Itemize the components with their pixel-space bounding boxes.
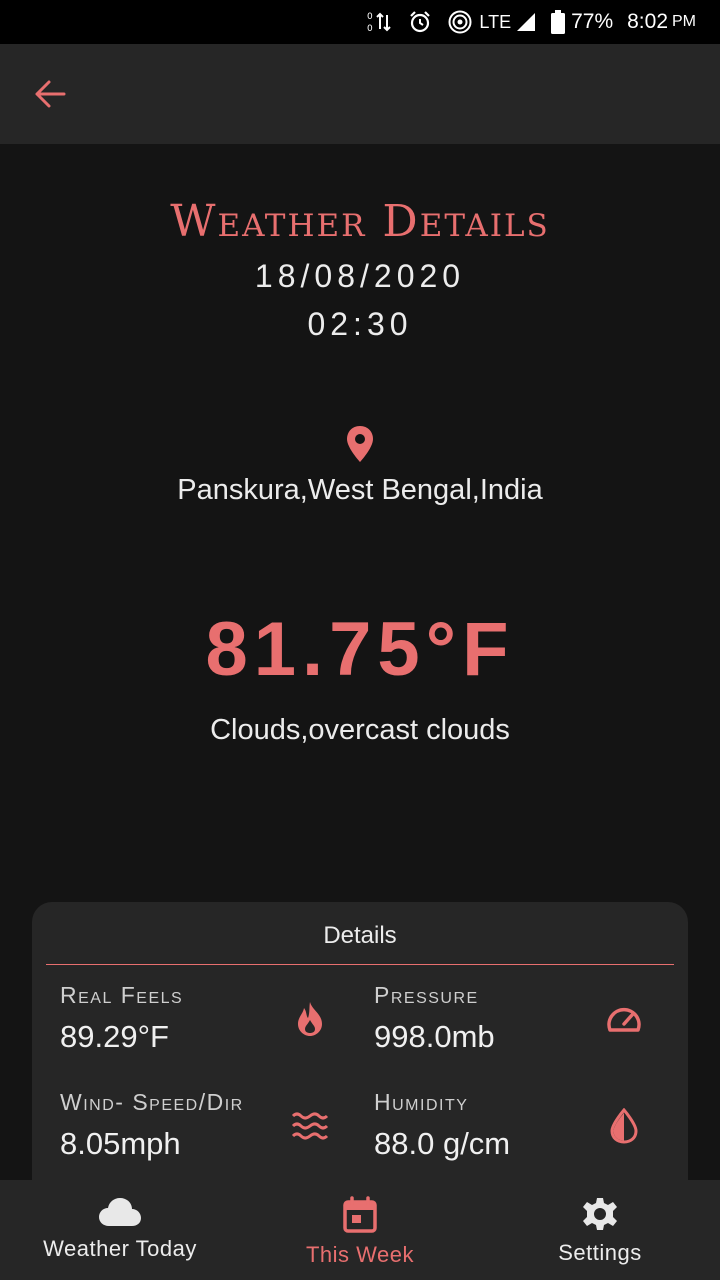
humidity-value: 88.0 g/cm [374,1126,511,1161]
page-title: Weather Details [170,196,550,247]
nav-this-week-label: This Week [305,1242,414,1267]
battery-icon [551,10,566,34]
status-bar: 00 LTE 77% 8:02 PM [0,0,720,44]
wind-waves-icon [290,1106,330,1146]
real-feels-value: 89.29°F [60,1019,169,1054]
pressure-cell: Pressure 998.0mb [374,982,495,1055]
cloud-icon [99,1198,141,1226]
svg-text:0: 0 [367,12,373,22]
svg-text:0: 0 [367,24,373,34]
flame-icon [290,999,330,1039]
date-text: 18/08/2020 [254,258,466,294]
network-type: LTE [479,11,512,32]
wind-value: 8.05mph [60,1126,181,1161]
location-pin-icon [344,424,376,464]
calendar-icon [343,1196,377,1233]
back-button[interactable] [28,74,72,114]
nav-settings-label: Settings [558,1240,642,1265]
clock-time: 8:02 [627,10,668,33]
humidity-label: Humidity [374,1089,469,1115]
real-feels-label: Real Feels [60,982,184,1008]
arrow-left-icon [35,80,66,108]
details-divider [46,964,674,965]
real-feels-cell: Real Feels 89.29°F [60,982,183,1055]
wind-cell: Wind- Speed/Dir 8.05mph [60,1089,244,1162]
data-activity-icon: 00 [367,9,393,35]
clock-ampm: PM [672,13,696,30]
details-card: Details Real Feels 89.29°F Pressure 998.… [32,902,688,1202]
temperature-value: 81.75°F [205,607,515,692]
wind-label: Wind- Speed/Dir [60,1089,244,1115]
nav-weather-today-label: Weather Today [43,1236,197,1261]
weather-description: Clouds,overcast clouds [210,714,510,746]
alarm-icon [407,9,433,35]
pressure-label: Pressure [374,982,479,1008]
details-title: Details [323,922,397,949]
nav-weather-today[interactable]: Weather Today [0,1180,240,1280]
nav-this-week[interactable]: This Week [240,1180,480,1280]
water-drop-icon [604,1106,644,1146]
gauge-icon [604,999,644,1039]
app-bar [0,44,720,144]
gear-icon [583,1198,617,1230]
signal-icon [515,11,537,33]
clock: 8:02 PM [627,10,696,34]
nav-settings[interactable]: Settings [480,1180,720,1280]
battery-percent: 77% [571,10,614,33]
location-text: Panskura,West Bengal,India [177,474,543,506]
bottom-navigation: Weather Today This Week Settings [0,1180,720,1280]
time-text: 02:30 [307,306,413,342]
humidity-cell: Humidity 88.0 g/cm [374,1089,510,1162]
hotspot-icon [447,9,473,35]
pressure-value: 998.0mb [374,1019,495,1054]
